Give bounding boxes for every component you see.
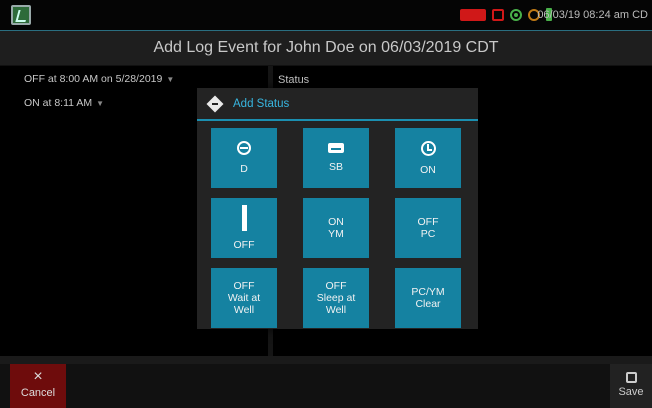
tile-label: OFF PC [417,216,439,240]
tile-label: OFF Wait at Well [227,280,261,316]
status-tile-off-sleep-at-well[interactable]: OFF Sleep at Well [303,268,369,328]
pause-icon [241,205,247,231]
status-label: Status [278,74,310,86]
status-tile-sb[interactable]: SB [303,128,369,188]
tile-label: OFF Sleep at Well [316,280,356,316]
event-list-item-label: ON at 8:11 AM [24,97,93,109]
tile-label: OFF [233,239,255,251]
bottom-strip [0,356,652,364]
dropdown-caret-icon: ▼ [96,99,105,108]
app-icon[interactable] [11,5,31,25]
save-button-label: Save [618,386,644,398]
status-tile-off-pc[interactable]: OFF PC [395,198,461,258]
save-button[interactable]: Save [610,364,652,408]
status-bar: 06/03/19 08:24 am CD [0,0,652,30]
add-status-dialog: Add Status D SB ON OFF ON YM OFF PC OFF … [197,88,478,329]
cancel-button-label: Cancel [20,387,56,399]
clock-icon [420,140,436,156]
dropdown-caret-icon: ▼ [166,75,175,84]
save-disk-icon [625,372,637,383]
status-tile-on[interactable]: ON [395,128,461,188]
dialog-title: Add Status [233,97,290,110]
tile-label: D [240,163,248,175]
event-list-item-label: OFF at 8:00 AM on 5/28/2019 [24,73,163,85]
status-tile-grid: D SB ON OFF ON YM OFF PC OFF Wait at Wel… [211,128,463,328]
tile-label: SB [328,161,343,173]
calendar-icon [492,8,504,21]
event-list-item[interactable]: OFF at 8:00 AM on 5/28/2019 ▼ [10,66,268,90]
status-tile-d[interactable]: D [211,128,277,188]
status-tile-off[interactable]: OFF [211,198,277,258]
sofa-icon [328,143,344,153]
tile-label: PC/YM Clear [411,286,445,310]
close-icon: × [33,368,43,385]
status-tile-off-wait-at-well[interactable]: OFF Wait at Well [211,268,277,328]
dialog-header: Add Status [197,88,478,121]
tile-label: ON YM [328,216,344,240]
cancel-button[interactable]: × Cancel [10,364,66,408]
action-bar: × Cancel Save [0,364,652,408]
gps-icon [510,8,522,21]
truck-icon [460,8,486,21]
status-tile-pc-ym-clear[interactable]: PC/YM Clear [395,268,461,328]
steering-wheel-icon [237,141,251,155]
tile-label: ON [420,163,436,176]
directions-icon [206,95,224,112]
page-title: Add Log Event for John Doe on 06/03/2019… [0,30,652,66]
status-datetime: 06/03/19 08:24 am CD [537,9,648,21]
status-tile-on-ym[interactable]: ON YM [303,198,369,258]
